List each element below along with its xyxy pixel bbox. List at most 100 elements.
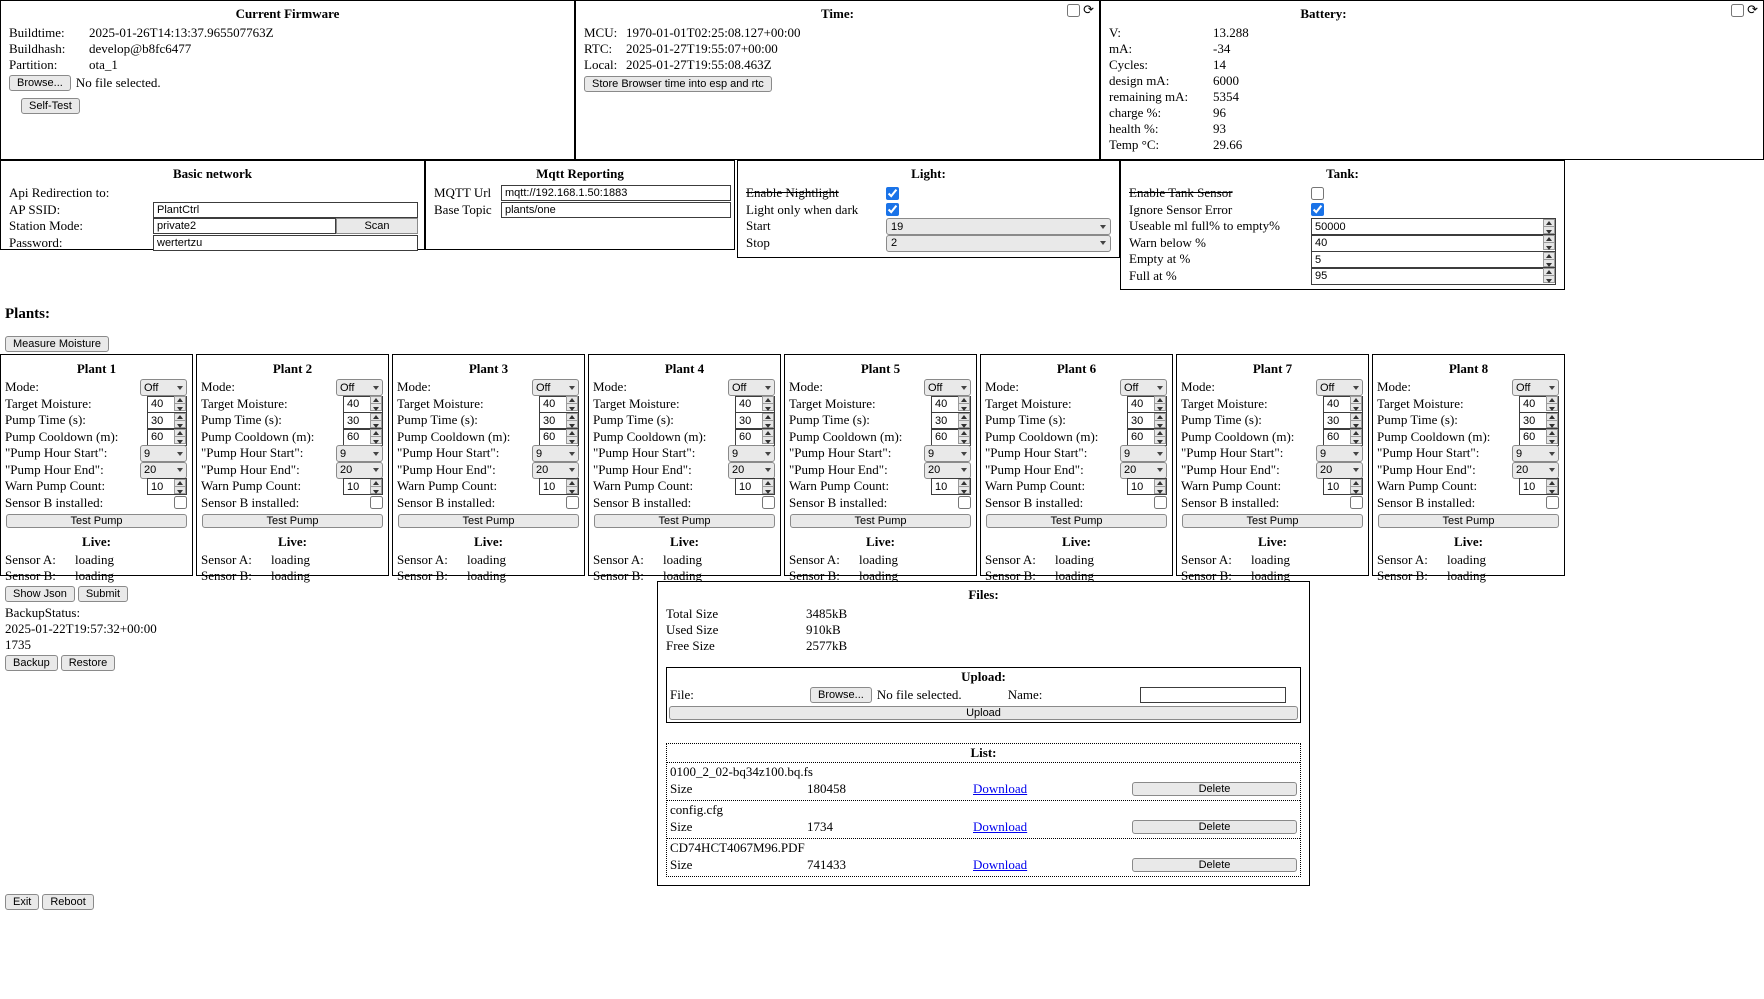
- plant-setting-select[interactable]: 20: [1316, 462, 1363, 479]
- spin-up-icon[interactable]: [1154, 413, 1166, 421]
- spin-up-icon[interactable]: [370, 396, 382, 404]
- spin-up-icon[interactable]: [566, 429, 578, 437]
- plant-setting-select[interactable]: 9: [140, 445, 187, 462]
- tank-useable-input[interactable]: [1311, 218, 1556, 235]
- firmware-browse-button[interactable]: Browse...: [9, 75, 71, 91]
- spin-down-icon[interactable]: [370, 421, 382, 428]
- test-pump-button[interactable]: Test Pump: [1182, 514, 1363, 528]
- test-pump-button[interactable]: Test Pump: [398, 514, 579, 528]
- number-spinner[interactable]: [762, 429, 774, 444]
- spin-up-icon[interactable]: [1350, 429, 1362, 437]
- test-pump-button[interactable]: Test Pump: [986, 514, 1167, 528]
- base-topic-input[interactable]: [501, 202, 731, 218]
- submit-button[interactable]: Submit: [78, 586, 128, 602]
- spin-up-icon[interactable]: [762, 429, 774, 437]
- enable-tank-sensor-checkbox[interactable]: [1311, 187, 1324, 200]
- number-spinner[interactable]: [370, 396, 382, 411]
- number-spinner[interactable]: [1154, 479, 1166, 494]
- spin-down-icon[interactable]: [370, 487, 382, 494]
- time-auto-refresh-checkbox[interactable]: [1067, 4, 1080, 17]
- spin-down-icon[interactable]: [1154, 404, 1166, 411]
- spin-up-icon[interactable]: [370, 479, 382, 487]
- spin-down-icon[interactable]: [566, 487, 578, 494]
- spin-up-icon[interactable]: [370, 429, 382, 437]
- spin-down-icon[interactable]: [370, 437, 382, 444]
- delete-button[interactable]: Delete: [1132, 782, 1297, 796]
- number-spinner[interactable]: [1350, 413, 1362, 428]
- spin-down-icon[interactable]: [1543, 276, 1555, 283]
- upload-name-input[interactable]: [1140, 687, 1286, 703]
- delete-button[interactable]: Delete: [1132, 820, 1297, 834]
- spin-up-icon[interactable]: [1546, 413, 1558, 421]
- number-spinner[interactable]: [174, 479, 186, 494]
- spin-down-icon[interactable]: [566, 404, 578, 411]
- plant-sensor-b-checkbox[interactable]: [958, 496, 971, 509]
- plant-setting-select[interactable]: 9: [1120, 445, 1167, 462]
- reboot-button[interactable]: Reboot: [42, 894, 93, 910]
- number-spinner[interactable]: [1350, 396, 1362, 411]
- plant-setting-select[interactable]: Off: [924, 379, 971, 396]
- spin-down-icon[interactable]: [762, 404, 774, 411]
- number-spinner[interactable]: [762, 413, 774, 428]
- spin-up-icon[interactable]: [566, 479, 578, 487]
- number-spinner[interactable]: [762, 479, 774, 494]
- plant-setting-select[interactable]: Off: [1120, 379, 1167, 396]
- test-pump-button[interactable]: Test Pump: [594, 514, 775, 528]
- plant-setting-select[interactable]: Off: [728, 379, 775, 396]
- test-pump-button[interactable]: Test Pump: [1378, 514, 1559, 528]
- spin-down-icon[interactable]: [370, 404, 382, 411]
- number-spinner[interactable]: [958, 429, 970, 444]
- tank-empty-input[interactable]: [1311, 251, 1556, 268]
- plant-setting-select[interactable]: 9: [336, 445, 383, 462]
- number-spinner[interactable]: [958, 479, 970, 494]
- number-spinner[interactable]: [174, 396, 186, 411]
- scan-button[interactable]: Scan: [336, 218, 418, 234]
- spin-down-icon[interactable]: [958, 404, 970, 411]
- plant-setting-select[interactable]: 20: [1512, 462, 1559, 479]
- spin-down-icon[interactable]: [1350, 487, 1362, 494]
- spin-down-icon[interactable]: [1543, 260, 1555, 267]
- spin-up-icon[interactable]: [174, 396, 186, 404]
- spin-down-icon[interactable]: [1546, 421, 1558, 428]
- ignore-sensor-error-checkbox[interactable]: [1311, 203, 1324, 216]
- plant-setting-select[interactable]: 20: [728, 462, 775, 479]
- number-spinner[interactable]: [1154, 413, 1166, 428]
- spin-up-icon[interactable]: [174, 429, 186, 437]
- spin-down-icon[interactable]: [1350, 437, 1362, 444]
- number-spinner[interactable]: [1154, 429, 1166, 444]
- spin-down-icon[interactable]: [1543, 227, 1555, 234]
- spin-down-icon[interactable]: [1546, 437, 1558, 444]
- number-spinner[interactable]: [1543, 219, 1555, 234]
- spin-up-icon[interactable]: [1543, 219, 1555, 227]
- plant-sensor-b-checkbox[interactable]: [174, 496, 187, 509]
- plant-setting-select[interactable]: 9: [532, 445, 579, 462]
- spin-up-icon[interactable]: [370, 413, 382, 421]
- plant-setting-select[interactable]: Off: [1316, 379, 1363, 396]
- number-spinner[interactable]: [1543, 235, 1555, 250]
- spin-down-icon[interactable]: [174, 437, 186, 444]
- spin-down-icon[interactable]: [762, 437, 774, 444]
- number-spinner[interactable]: [174, 429, 186, 444]
- number-spinner[interactable]: [762, 396, 774, 411]
- plant-setting-select[interactable]: Off: [336, 379, 383, 396]
- plant-sensor-b-checkbox[interactable]: [1154, 496, 1167, 509]
- light-only-dark-checkbox[interactable]: [886, 203, 899, 216]
- restore-button[interactable]: Restore: [61, 655, 116, 671]
- spin-down-icon[interactable]: [762, 487, 774, 494]
- refresh-icon[interactable]: ⟳: [1083, 4, 1094, 17]
- plant-setting-select[interactable]: 20: [336, 462, 383, 479]
- refresh-icon[interactable]: ⟳: [1747, 4, 1758, 17]
- spin-down-icon[interactable]: [762, 421, 774, 428]
- ap-ssid-input[interactable]: [153, 202, 418, 218]
- spin-down-icon[interactable]: [1350, 421, 1362, 428]
- download-link[interactable]: Download: [973, 781, 1027, 797]
- spin-up-icon[interactable]: [1546, 396, 1558, 404]
- plant-setting-select[interactable]: Off: [140, 379, 187, 396]
- spin-up-icon[interactable]: [1350, 413, 1362, 421]
- spin-down-icon[interactable]: [1154, 421, 1166, 428]
- spin-up-icon[interactable]: [1543, 235, 1555, 243]
- spin-down-icon[interactable]: [1350, 404, 1362, 411]
- delete-button[interactable]: Delete: [1132, 858, 1297, 872]
- spin-down-icon[interactable]: [958, 421, 970, 428]
- spin-up-icon[interactable]: [1350, 479, 1362, 487]
